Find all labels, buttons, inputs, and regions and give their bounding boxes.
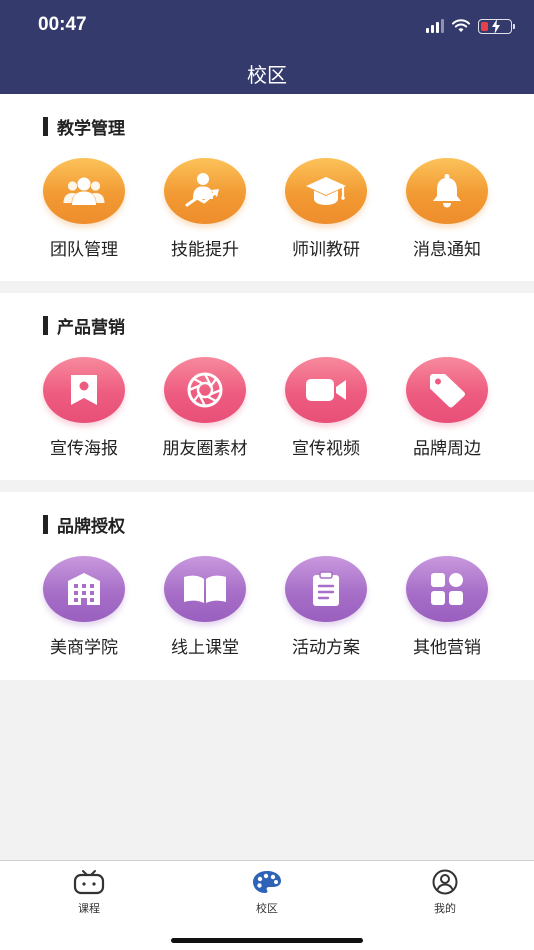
building-icon bbox=[43, 556, 125, 622]
signal-icon bbox=[426, 19, 444, 33]
section-title-text: 品牌授权 bbox=[57, 516, 125, 537]
tab-label: 课程 bbox=[78, 902, 100, 915]
section-product-marketing: 产品营销 宣传海报 朋友圈素材 宣传视频 品牌周边 bbox=[0, 293, 534, 480]
section-title: 品牌授权 bbox=[43, 514, 125, 537]
menu-item-teacher-training[interactable]: 师训教研 bbox=[266, 158, 386, 260]
section-title-marker bbox=[43, 315, 48, 335]
menu-item-label: 消息通知 bbox=[413, 240, 481, 260]
menu-item-label: 团队管理 bbox=[50, 240, 118, 260]
section-title-marker bbox=[43, 514, 48, 534]
section-brand-authorization: 品牌授权 美商学院 线上课堂 活动方案 其他营销 bbox=[0, 492, 534, 680]
menu-item-label: 朋友圈素材 bbox=[162, 439, 248, 459]
user-icon bbox=[432, 869, 458, 895]
menu-item-label: 师训教研 bbox=[292, 240, 360, 260]
menu-grid: 宣传海报 朋友圈素材 宣传视频 品牌周边 bbox=[0, 357, 534, 467]
menu-item-label: 宣传视频 bbox=[292, 439, 360, 459]
menu-item-online-class[interactable]: 线上课堂 bbox=[145, 556, 265, 658]
tag-icon bbox=[406, 357, 488, 423]
team-icon bbox=[43, 158, 125, 224]
tab-bar: 课程 校区 我的 bbox=[0, 860, 534, 950]
menu-item-moments-material[interactable]: 朋友圈素材 bbox=[145, 357, 265, 459]
menu-item-label: 美商学院 bbox=[50, 638, 118, 658]
course-tv-icon bbox=[73, 870, 105, 895]
section-teaching-management: 教学管理 团队管理 技能提升 师训教研 消息通知 bbox=[0, 94, 534, 281]
section-title-text: 产品营销 bbox=[57, 317, 125, 338]
apps-grid-icon bbox=[406, 556, 488, 622]
menu-item-other-marketing[interactable]: 其他营销 bbox=[387, 556, 507, 658]
tab-course[interactable]: 课程 bbox=[44, 869, 134, 916]
menu-item-activity-plan[interactable]: 活动方案 bbox=[266, 556, 386, 658]
clipboard-icon bbox=[285, 556, 367, 622]
status-time: 00:47 bbox=[38, 14, 87, 35]
tab-label: 我的 bbox=[434, 902, 456, 915]
video-camera-icon bbox=[285, 357, 367, 423]
palette-icon bbox=[253, 871, 281, 893]
skill-growth-icon bbox=[164, 158, 246, 224]
page-title: 校区 bbox=[247, 63, 287, 87]
menu-item-skill-improvement[interactable]: 技能提升 bbox=[145, 158, 265, 260]
menu-item-label: 品牌周边 bbox=[413, 439, 481, 459]
menu-item-label: 其他营销 bbox=[413, 638, 481, 658]
menu-item-beauty-academy[interactable]: 美商学院 bbox=[24, 556, 144, 658]
menu-item-promo-poster[interactable]: 宣传海报 bbox=[24, 357, 144, 459]
section-title-text: 教学管理 bbox=[57, 118, 125, 139]
home-indicator bbox=[171, 938, 363, 943]
tab-label: 校区 bbox=[256, 902, 278, 915]
menu-item-promo-video[interactable]: 宣传视频 bbox=[266, 357, 386, 459]
section-title: 产品营销 bbox=[43, 315, 125, 338]
menu-item-label: 活动方案 bbox=[292, 638, 360, 658]
menu-item-brand-merch[interactable]: 品牌周边 bbox=[387, 357, 507, 459]
camera-aperture-icon bbox=[164, 357, 246, 423]
open-book-icon bbox=[164, 556, 246, 622]
graduation-cap-icon bbox=[285, 158, 367, 224]
tab-mine[interactable]: 我的 bbox=[400, 869, 490, 916]
tab-campus[interactable]: 校区 bbox=[222, 869, 312, 916]
menu-item-team-management[interactable]: 团队管理 bbox=[24, 158, 144, 260]
poster-icon bbox=[43, 357, 125, 423]
header: 00:47 校区 bbox=[0, 0, 534, 94]
wifi-icon bbox=[452, 19, 470, 32]
menu-item-label: 宣传海报 bbox=[50, 439, 118, 459]
section-title: 教学管理 bbox=[43, 116, 125, 139]
bell-icon bbox=[406, 158, 488, 224]
status-icons bbox=[426, 18, 515, 34]
menu-grid: 团队管理 技能提升 师训教研 消息通知 bbox=[0, 158, 534, 268]
section-title-marker bbox=[43, 116, 48, 136]
menu-item-label: 线上课堂 bbox=[171, 638, 239, 658]
menu-item-notifications[interactable]: 消息通知 bbox=[387, 158, 507, 260]
battery-icon bbox=[478, 18, 515, 34]
menu-grid: 美商学院 线上课堂 活动方案 其他营销 bbox=[0, 556, 534, 666]
menu-item-label: 技能提升 bbox=[171, 240, 239, 260]
